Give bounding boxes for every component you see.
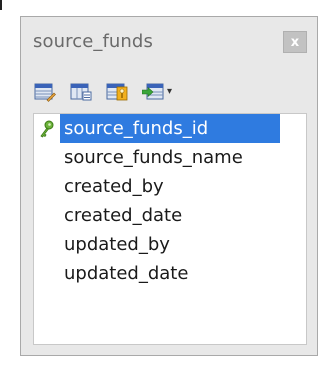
- chevron-down-icon[interactable]: ▾: [167, 87, 172, 97]
- table-edit-icon: [34, 83, 56, 102]
- close-button[interactable]: x: [283, 31, 307, 53]
- field-row[interactable]: updated_date: [34, 259, 306, 288]
- close-icon: x: [290, 34, 300, 50]
- key-slot: [34, 143, 60, 172]
- field-row[interactable]: created_date: [34, 201, 306, 230]
- table-import-button[interactable]: [141, 81, 165, 103]
- field-name: created_by: [64, 176, 164, 197]
- field-row[interactable]: source_funds_name: [34, 143, 306, 172]
- table-edit-button[interactable]: [33, 81, 57, 103]
- field-row[interactable]: created_by: [34, 172, 306, 201]
- table-key-icon: [106, 83, 128, 101]
- table-columns-button[interactable]: [69, 81, 93, 103]
- connector-line: [0, 0, 2, 10]
- key-slot: [34, 259, 60, 288]
- table-title: source_funds: [33, 31, 153, 52]
- field-name: source_funds_id: [60, 114, 280, 143]
- field-name: updated_date: [64, 263, 189, 284]
- field-name: created_date: [64, 205, 183, 226]
- key-slot: [34, 230, 60, 259]
- field-row[interactable]: updated_by: [34, 230, 306, 259]
- canvas: source_funds x ▾ source_funds_id source_…: [0, 0, 333, 369]
- key-slot: [34, 201, 60, 230]
- field-name: updated_by: [64, 234, 170, 255]
- primary-key-icon: [34, 114, 60, 143]
- field-list: source_funds_id source_funds_name created_…: [34, 114, 306, 288]
- table-import-icon: [142, 83, 164, 100]
- table-window[interactable]: source_funds x ▾ source_funds_id source_…: [20, 16, 318, 356]
- key-slot: [34, 172, 60, 201]
- field-name: source_funds_name: [64, 147, 243, 168]
- title-bar[interactable]: source_funds x: [21, 17, 317, 73]
- table-import-dropdown[interactable]: ▾: [141, 81, 172, 103]
- field-list-panel[interactable]: source_funds_id source_funds_name created_…: [33, 113, 307, 345]
- toolbar: ▾: [33, 81, 172, 103]
- table-key-button[interactable]: [105, 81, 129, 103]
- table-columns-icon: [70, 83, 92, 101]
- field-row[interactable]: source_funds_id: [34, 114, 306, 143]
